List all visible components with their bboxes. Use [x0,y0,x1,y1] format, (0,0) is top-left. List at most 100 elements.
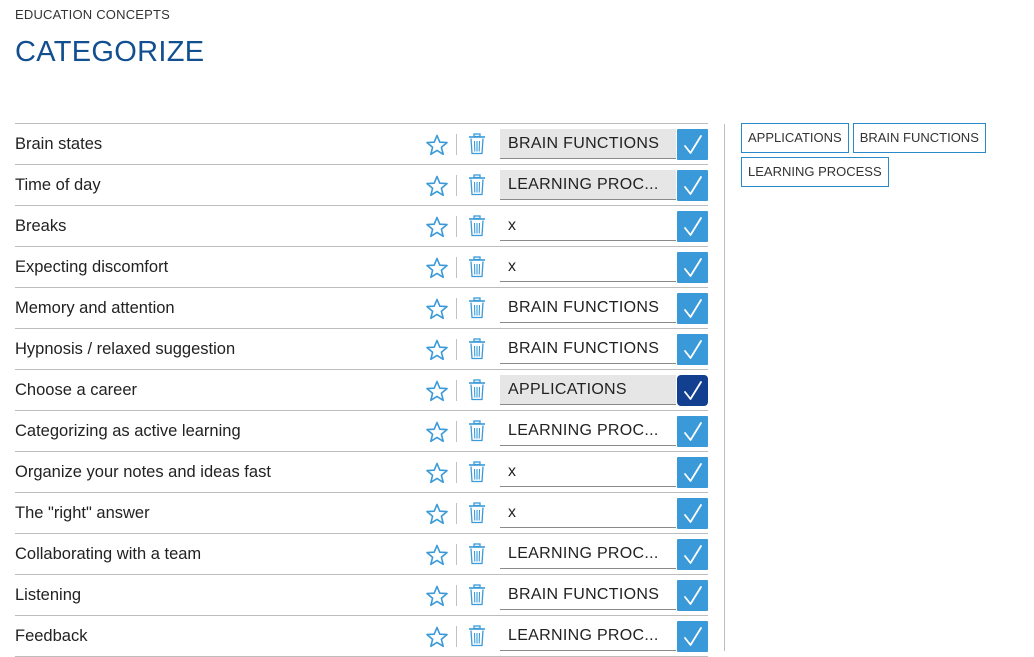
checkmark-icon [683,626,703,648]
star-icon[interactable] [425,134,449,156]
category-select[interactable]: x [500,457,676,487]
category-select[interactable]: BRAIN FUNCTIONS [500,334,676,364]
list-item: Collaborating with a team LEARNING PROC.… [15,534,708,575]
category-select[interactable]: LEARNING PROC... [500,621,676,651]
item-label: Categorizing as active learning [15,422,241,441]
category-tag[interactable]: APPLICATIONS [741,123,849,153]
star-icon[interactable] [425,544,449,566]
confirm-button[interactable] [677,457,708,488]
list-item: Expecting discomfort x [15,247,708,288]
category-select[interactable]: BRAIN FUNCTIONS [500,129,676,159]
category-select[interactable]: x [500,498,676,528]
item-label: Feedback [15,627,87,646]
trash-icon[interactable] [467,256,487,278]
item-label: Expecting discomfort [15,258,168,277]
category-select[interactable]: LEARNING PROC... [500,539,676,569]
confirm-button[interactable] [677,580,708,611]
checkmark-icon [683,503,703,525]
icon-separator [456,339,457,360]
category-select[interactable]: LEARNING PROC... [500,170,676,200]
list-item: Choose a career APPLICATIONS [15,370,708,411]
star-icon[interactable] [425,421,449,443]
trash-icon[interactable] [467,625,487,647]
checkmark-icon [683,216,703,238]
category-select[interactable]: x [500,252,676,282]
item-label: Choose a career [15,381,137,400]
trash-icon[interactable] [467,543,487,565]
trash-icon[interactable] [467,338,487,360]
category-select[interactable]: BRAIN FUNCTIONS [500,580,676,610]
list-item: Organize your notes and ideas fast x [15,452,708,493]
icon-separator [456,626,457,647]
category-select[interactable]: x [500,211,676,241]
item-label: Listening [15,586,81,605]
icon-separator [456,216,457,237]
trash-icon[interactable] [467,297,487,319]
category-tag[interactable]: LEARNING PROCESS [741,157,889,187]
confirm-button[interactable] [677,129,708,160]
checkmark-icon [683,462,703,484]
checkmark-icon [683,339,703,361]
confirm-button[interactable] [677,498,708,529]
item-list: Brain states BRAIN FUNCTIONS Time of [15,123,708,657]
trash-icon[interactable] [467,174,487,196]
item-label: The "right" answer [15,504,150,523]
confirm-button[interactable] [677,539,708,570]
trash-icon[interactable] [467,502,487,524]
confirm-button[interactable] [677,293,708,324]
star-icon[interactable] [425,175,449,197]
checkmark-icon [683,298,703,320]
item-label: Hypnosis / relaxed suggestion [15,340,235,359]
confirm-button[interactable] [677,375,708,406]
icon-separator [456,380,457,401]
panel-divider [724,124,725,651]
list-item: Breaks x [15,206,708,247]
list-item: Memory and attention BRAIN FUNCTIONS [15,288,708,329]
star-icon[interactable] [425,585,449,607]
category-tag[interactable]: BRAIN FUNCTIONS [853,123,986,153]
category-select[interactable]: LEARNING PROC... [500,416,676,446]
list-item: The "right" answer x [15,493,708,534]
category-select[interactable]: APPLICATIONS [500,375,676,405]
confirm-button[interactable] [677,416,708,447]
item-label: Brain states [15,135,102,154]
checkmark-icon [683,421,703,443]
list-item: Time of day LEARNING PROC... [15,165,708,206]
item-label: Breaks [15,217,66,236]
star-icon[interactable] [425,626,449,648]
trash-icon[interactable] [467,584,487,606]
confirm-button[interactable] [677,252,708,283]
confirm-button[interactable] [677,170,708,201]
list-item: Categorizing as active learning LEARNING… [15,411,708,452]
star-icon[interactable] [425,462,449,484]
page-title: CATEGORIZE [15,36,204,69]
star-icon[interactable] [425,298,449,320]
trash-icon[interactable] [467,379,487,401]
trash-icon[interactable] [467,461,487,483]
star-icon[interactable] [425,216,449,238]
checkmark-icon [683,134,703,156]
confirm-button[interactable] [677,211,708,242]
icon-separator [456,134,457,155]
list-item: Listening BRAIN FUNCTIONS [15,575,708,616]
star-icon[interactable] [425,257,449,279]
list-item: Hypnosis / relaxed suggestion BRAIN FUNC… [15,329,708,370]
star-icon[interactable] [425,503,449,525]
icon-separator [456,585,457,606]
star-icon[interactable] [425,339,449,361]
icon-separator [456,503,457,524]
trash-icon[interactable] [467,133,487,155]
checkmark-icon [683,585,703,607]
list-item: Brain states BRAIN FUNCTIONS [15,124,708,165]
icon-separator [456,257,457,278]
icon-separator [456,421,457,442]
trash-icon[interactable] [467,420,487,442]
trash-icon[interactable] [467,215,487,237]
confirm-button[interactable] [677,621,708,652]
star-icon[interactable] [425,380,449,402]
confirm-button[interactable] [677,334,708,365]
category-select[interactable]: BRAIN FUNCTIONS [500,293,676,323]
icon-separator [456,175,457,196]
icon-separator [456,462,457,483]
checkmark-icon [683,175,703,197]
